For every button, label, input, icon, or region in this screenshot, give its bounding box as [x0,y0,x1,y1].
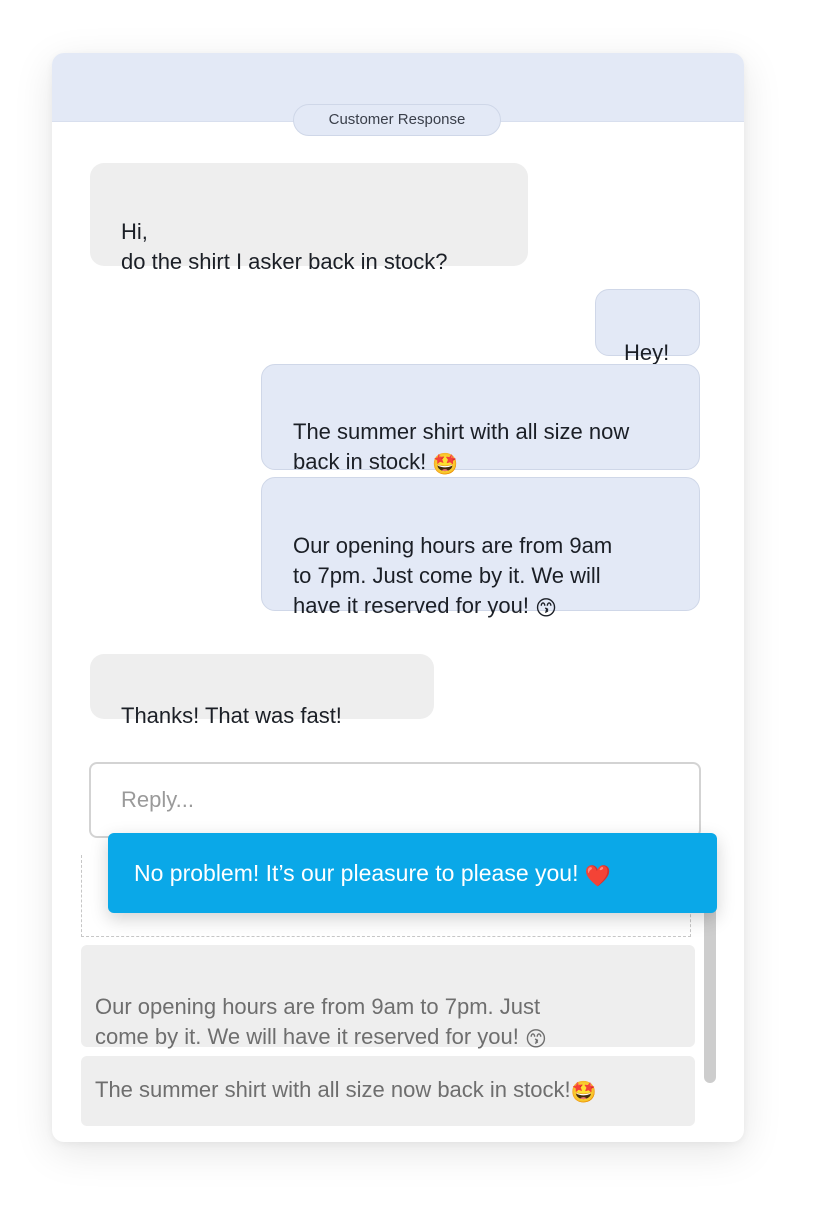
kissing-face-emoji-icon: 😙 [535,596,558,620]
kissing-face-emoji-icon: 😙 [524,1027,547,1051]
star-struck-emoji-icon: 🤩 [570,1080,597,1104]
message-text: Our opening hours are from 9am to 7pm. J… [293,533,613,618]
message-text: The summer shirt with all size now back … [293,419,630,474]
message-text: Hi, do the shirt I asker back in stock? [121,219,448,274]
reply-input[interactable] [89,762,701,838]
suggestion-item[interactable]: The summer shirt with all size now back … [81,1056,695,1126]
suggestion-scrollbar[interactable] [704,903,716,1083]
suggestion-text: No problem! It’s our pleasure to please … [134,860,585,886]
suggestion-text: The summer shirt with all size now back … [95,1077,571,1102]
message-text: Hey! [624,340,670,365]
suggestion-item-active[interactable]: No problem! It’s our pleasure to please … [108,833,717,913]
message-bubble-incoming: Hi, do the shirt I asker back in stock? [90,163,528,274]
message-text: Thanks! That was fast! [121,703,342,728]
customer-response-label: Customer Response [293,104,501,136]
suggestion-text: Our opening hours are from 9am to 7pm. J… [95,994,541,1049]
message-bubble-outgoing: Our opening hours are from 9am to 7pm. J… [261,477,700,620]
message-bubble-incoming: Thanks! That was fast! [90,654,434,728]
suggestion-item[interactable]: Our opening hours are from 9am to 7pm. J… [81,945,695,1051]
star-struck-emoji-icon: 🤩 [432,452,459,476]
chat-window: Customer Response Hi, do the shirt I ask… [52,53,744,1142]
message-bubble-outgoing: The summer shirt with all size now back … [261,364,700,476]
message-bubble-outgoing: Hey! [595,289,700,365]
red-heart-emoji-icon: ❤️ [584,864,612,888]
